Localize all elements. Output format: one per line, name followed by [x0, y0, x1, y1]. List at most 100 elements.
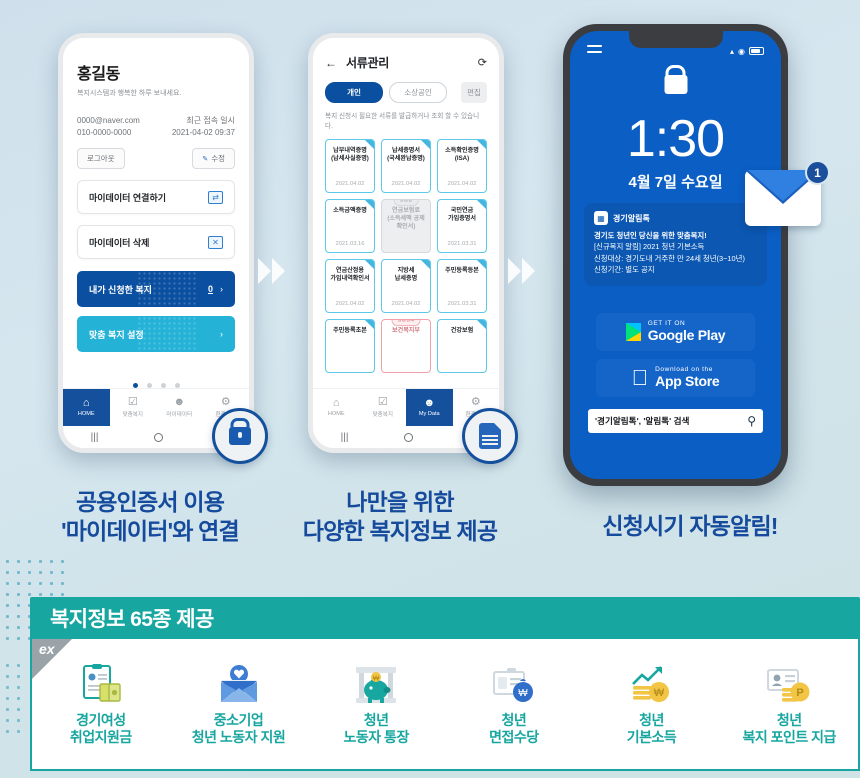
tab-custom-welfare[interactable]: ☑ 맞춤복지: [110, 389, 157, 426]
document-date: 2021.04.02: [391, 180, 421, 187]
lock-icon: [664, 75, 687, 94]
benefit-label: 청년 복지 포인트 지급: [742, 711, 836, 745]
documents-header: ← 서류관리 ⟳: [325, 54, 487, 71]
tab-mydata-2-label: My Data: [418, 411, 440, 417]
google-play-icon: [625, 323, 641, 341]
document-card[interactable]: 소득금액증명 2021.03.16: [325, 198, 375, 253]
document-card[interactable]: 지방세 납세증명 2021.04.02: [381, 258, 431, 313]
document-money-icon: [78, 662, 124, 706]
back-arrow-icon[interactable]: ←: [325, 56, 337, 70]
edit-profile-button[interactable]: ✎ 수정: [192, 148, 235, 170]
tab-custom-welfare-2[interactable]: ☑ 맞춤복지: [360, 389, 407, 426]
document-title: 소득확인증명 (ISA): [445, 146, 479, 162]
status-badge-failed: 발급실패: [391, 319, 421, 326]
benefit-item[interactable]: ₩ 청년 노동자 통장: [307, 662, 445, 746]
recents-icon[interactable]: |||: [341, 432, 349, 443]
account-action-row: 로그아웃 ✎ 수정: [77, 148, 235, 170]
last-access-info: 최근 접속 일시 2021-04-02 09:37: [172, 115, 235, 138]
page-title: 서류관리: [346, 56, 389, 70]
document-card[interactable]: 주민등록초본: [325, 318, 375, 373]
custom-welfare-settings-button[interactable]: 맞춤 복지 설정 ›: [77, 316, 235, 353]
document-card[interactable]: 연금산정용 가입내역확인서 2021.04.02: [325, 258, 375, 313]
document-title: 국민연금 가입증명서: [447, 206, 477, 222]
notification-card[interactable]: ▦ 경기알림톡 경기도 청년인 당신을 위한 맞춤복지! [신규복지 알림] 2…: [584, 203, 767, 286]
logout-button[interactable]: 로그아웃: [77, 148, 125, 170]
panel-body: ex 경기여성 취업지원금 중소기업 청년 노동자 지원 ₩ 청년 노동자 통장…: [30, 639, 860, 771]
id-card-point-icon: P: [764, 662, 814, 706]
page-fold-icon: [365, 319, 374, 329]
documents-tabs: 개인 소상공인 편집: [325, 82, 487, 103]
benefit-item[interactable]: ₩ 청년 기본소득: [583, 662, 721, 746]
document-card[interactable]: 납세증명서 (국세완납증명) 2021.04.02: [381, 138, 431, 193]
search-input-value[interactable]: '경기알림톡', '알림톡' 검색: [595, 415, 689, 427]
hamburger-menu-icon[interactable]: [587, 45, 602, 57]
document-date: 2021.04.02: [391, 300, 421, 307]
edit-button[interactable]: 편집: [461, 82, 487, 103]
infographic-root: 홍길동 복지시스템과 행복한 하루 보내세요. 0000@naver.com 0…: [0, 0, 860, 778]
mydata-connect-row[interactable]: 마이데이터 연결하기 ⇄: [77, 180, 235, 215]
gear-icon: ⚙: [220, 396, 231, 408]
battery-icon: [749, 47, 764, 55]
checklist-icon: ☑: [377, 396, 388, 408]
page-fold-icon: [365, 199, 374, 209]
caption-2: 나만을 위한 다양한 복지정보 제공: [302, 489, 498, 544]
panel-header: 복지정보 65종 제공: [30, 597, 860, 639]
document-card[interactable]: 건강보험: [437, 318, 487, 373]
document-card[interactable]: 국민연금 가입증명서 2021.03.31: [437, 198, 487, 253]
document-card[interactable]: 소득확인증명 (ISA) 2021.04.02: [437, 138, 487, 193]
document-date: 2021.04.02: [335, 300, 365, 307]
notification-headline: 경기도 청년인 당신을 위한 맞춤복지!: [594, 231, 707, 240]
chevron-right-icon: ›: [220, 284, 223, 295]
home-button-icon[interactable]: [403, 432, 413, 442]
document-card-failed[interactable]: 발급실패 보건복지부: [381, 318, 431, 373]
tab-mydata-2[interactable]: ☻ My Data: [406, 389, 453, 426]
tab-home-2[interactable]: ⌂ HOME: [313, 389, 360, 426]
document-card[interactable]: 납부내역증명 (납세사실증명) 2021.04.02: [325, 138, 375, 193]
benefit-label: 경기여성 취업지원금: [69, 711, 132, 745]
tab-custom-welfare-label: 맞춤복지: [122, 412, 144, 418]
document-card[interactable]: 주민등록등본 2021.03.31: [437, 258, 487, 313]
svg-text:P: P: [797, 687, 804, 699]
panel-title: 복지정보 65종 제공: [50, 608, 214, 631]
mydata-connect-label: 마이데이터 연결하기: [89, 192, 167, 203]
growth-chart-won-icon: ₩: [628, 662, 676, 706]
document-card-pending[interactable]: 발급중 연금보험료 (소득세액 공제 확인서): [381, 198, 431, 253]
tab-mydata-label: 마이데이터: [166, 412, 193, 418]
document-date: 2021.03.16: [335, 240, 365, 247]
caption-1: 공용인증서 이용 '마이데이터'와 연결: [61, 489, 240, 544]
tab-home[interactable]: ⌂ HOME: [63, 389, 110, 426]
benefit-item[interactable]: ₩ 청년 면접수당: [445, 662, 583, 746]
app-store-button[interactable]:  Download on the App Store: [596, 359, 755, 397]
greeting-text: 복지시스템과 행복한 하루 보내세요.: [77, 90, 182, 97]
tab-custom-welfare-2-label: 맞춤복지: [372, 412, 394, 418]
status-bar: ▴ ◉: [570, 45, 781, 57]
benefit-label: 청년 면접수당: [489, 711, 539, 745]
benefit-label: 중소기업 청년 노동자 지원: [191, 711, 286, 745]
tab-mydata[interactable]: ☻ 마이데이터: [156, 389, 203, 426]
page-fold-icon: [477, 139, 486, 149]
tab-small-business[interactable]: 소상공인: [389, 82, 447, 103]
search-icon[interactable]: ⚲: [747, 414, 756, 428]
benefit-item[interactable]: P 청년 복지 포인트 지급: [720, 662, 858, 746]
app-icon: ▦: [594, 211, 608, 225]
mydata-delete-row[interactable]: 마이데이터 삭제 ✕: [77, 225, 235, 260]
refresh-icon[interactable]: ⟳: [478, 56, 487, 69]
documents-screen: ← 서류관리 ⟳ 개인 소상공인 편집 복지 신청시 필요한 서류를 발급하거나…: [313, 38, 499, 448]
page-fold-icon: [477, 319, 486, 329]
document-date: 2021.03.31: [447, 240, 477, 247]
apple-icon: : [632, 367, 649, 389]
document-date: 2021.04.02: [335, 180, 365, 187]
arrow-separator-2: [508, 258, 535, 284]
phone-mockup-documents: ← 서류관리 ⟳ 개인 소상공인 편집 복지 신청시 필요한 서류를 발급하거나…: [308, 33, 504, 453]
benefit-item[interactable]: 중소기업 청년 노동자 지원: [170, 662, 308, 746]
my-applied-welfare-button[interactable]: 내가 신청한 복지 0 ›: [77, 271, 235, 308]
document-title: 보건복지부: [391, 326, 421, 334]
notification-line-3: 신청기간: 별도 공지: [594, 265, 655, 275]
recents-icon[interactable]: |||: [91, 432, 99, 443]
google-play-button[interactable]: GET IT ON Google Play: [596, 313, 755, 351]
documents-grid: 납부내역증명 (납세사실증명) 2021.04.02 납세증명서 (국세완납증명) …: [325, 138, 487, 373]
home-button-icon[interactable]: [153, 432, 163, 442]
tab-personal[interactable]: 개인: [325, 82, 383, 103]
search-bar[interactable]: '경기알림톡', '알림톡' 검색 ⚲: [588, 409, 763, 433]
mute-icon: ◉: [738, 46, 745, 56]
